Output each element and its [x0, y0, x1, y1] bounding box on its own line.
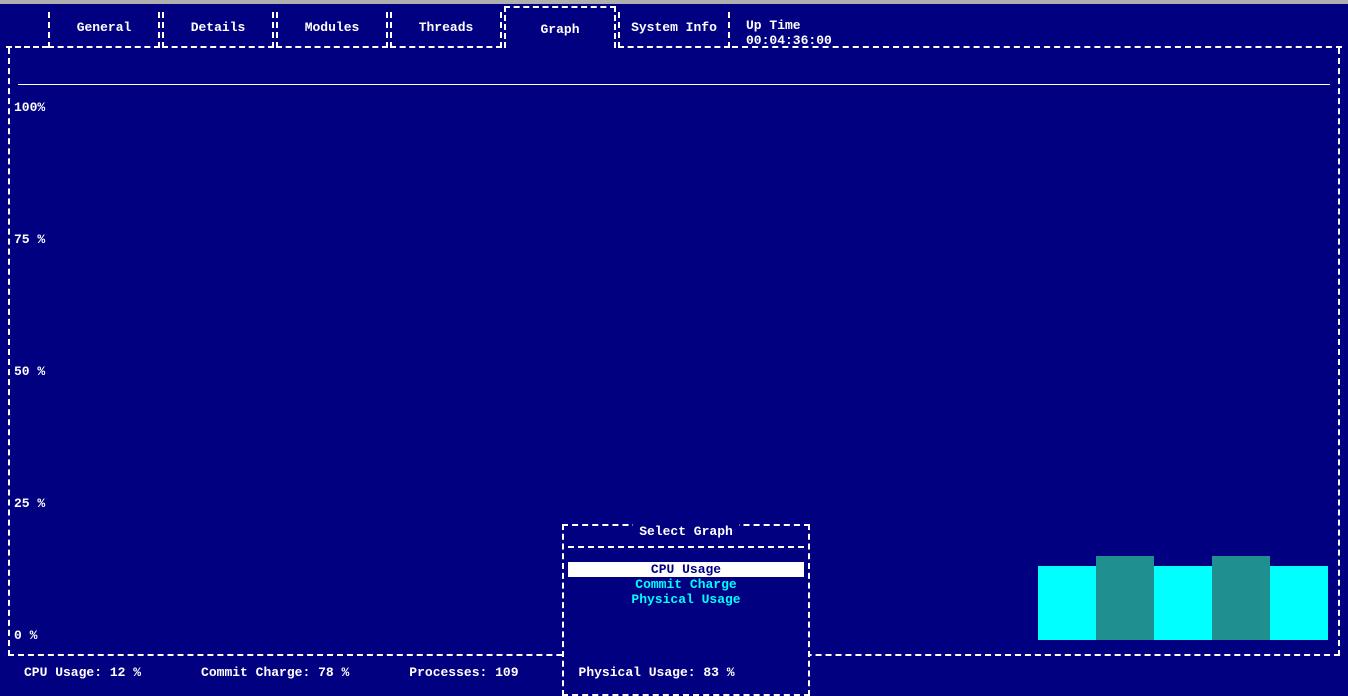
tab-bar-trailing — [732, 12, 1342, 48]
tab-label: Threads — [419, 20, 474, 35]
status-cpu-label: CPU Usage: — [24, 665, 102, 680]
ytick-25: 25 % — [14, 496, 54, 511]
ytick-50: 50 % — [14, 364, 54, 379]
status-commit-label: Commit Charge: — [201, 665, 310, 680]
ytick-100: 100% — [14, 100, 54, 115]
graph-bars — [1038, 550, 1328, 640]
tab-bar-leading — [6, 12, 48, 48]
ytick-75: 75 % — [14, 232, 54, 247]
tab-label: Details — [191, 20, 246, 35]
status-physical: Physical Usage: 83 % — [579, 665, 735, 680]
tab-general[interactable]: General — [48, 12, 160, 48]
tab-label: Graph — [540, 22, 579, 37]
status-commit-value: 78 % — [318, 665, 349, 680]
status-proc-value: 109 — [495, 665, 518, 680]
tab-graph[interactable]: Graph — [504, 6, 616, 48]
tab-modules[interactable]: Modules — [276, 12, 388, 48]
tab-bar: General Details Modules Threads Graph Sy… — [6, 6, 1342, 48]
ytick-0: 0 % — [14, 628, 54, 643]
status-processes: Processes: 109 — [409, 665, 518, 680]
tab-details[interactable]: Details — [162, 12, 274, 48]
popup-title-row: Select Graph — [562, 524, 810, 542]
graph-top-rule — [18, 84, 1330, 85]
bar-2 — [1096, 556, 1154, 640]
bar-4 — [1212, 556, 1270, 640]
status-commit: Commit Charge: 78 % — [201, 665, 349, 680]
popup-item-cpu-usage[interactable]: CPU Usage — [568, 562, 804, 577]
popup-separator — [568, 546, 804, 548]
status-proc-label: Processes: — [409, 665, 487, 680]
tab-system-info[interactable]: System Info — [618, 12, 730, 48]
status-phys-value: 83 % — [703, 665, 734, 680]
tab-label: System Info — [631, 20, 717, 35]
popup-item-physical-usage[interactable]: Physical Usage — [568, 592, 804, 607]
bar-3 — [1154, 566, 1212, 640]
status-bar: CPU Usage: 12 % Commit Charge: 78 % Proc… — [8, 661, 1340, 683]
status-phys-label: Physical Usage: — [579, 665, 696, 680]
graph-frame: 100% 75 % 50 % 25 % 0 % Select Graph CPU… — [8, 48, 1340, 656]
bar-1 — [1038, 566, 1096, 640]
status-cpu-value: 12 % — [110, 665, 141, 680]
status-cpu: CPU Usage: 12 % — [24, 665, 141, 680]
tab-threads[interactable]: Threads — [390, 12, 502, 48]
popup-title: Select Graph — [633, 524, 739, 539]
tab-label: General — [77, 20, 132, 35]
tab-label: Modules — [305, 20, 360, 35]
popup-item-commit-charge[interactable]: Commit Charge — [568, 577, 804, 592]
popup-items: CPU Usage Commit Charge Physical Usage — [568, 562, 804, 607]
bar-5 — [1270, 566, 1328, 640]
window-top-strip — [0, 0, 1348, 4]
